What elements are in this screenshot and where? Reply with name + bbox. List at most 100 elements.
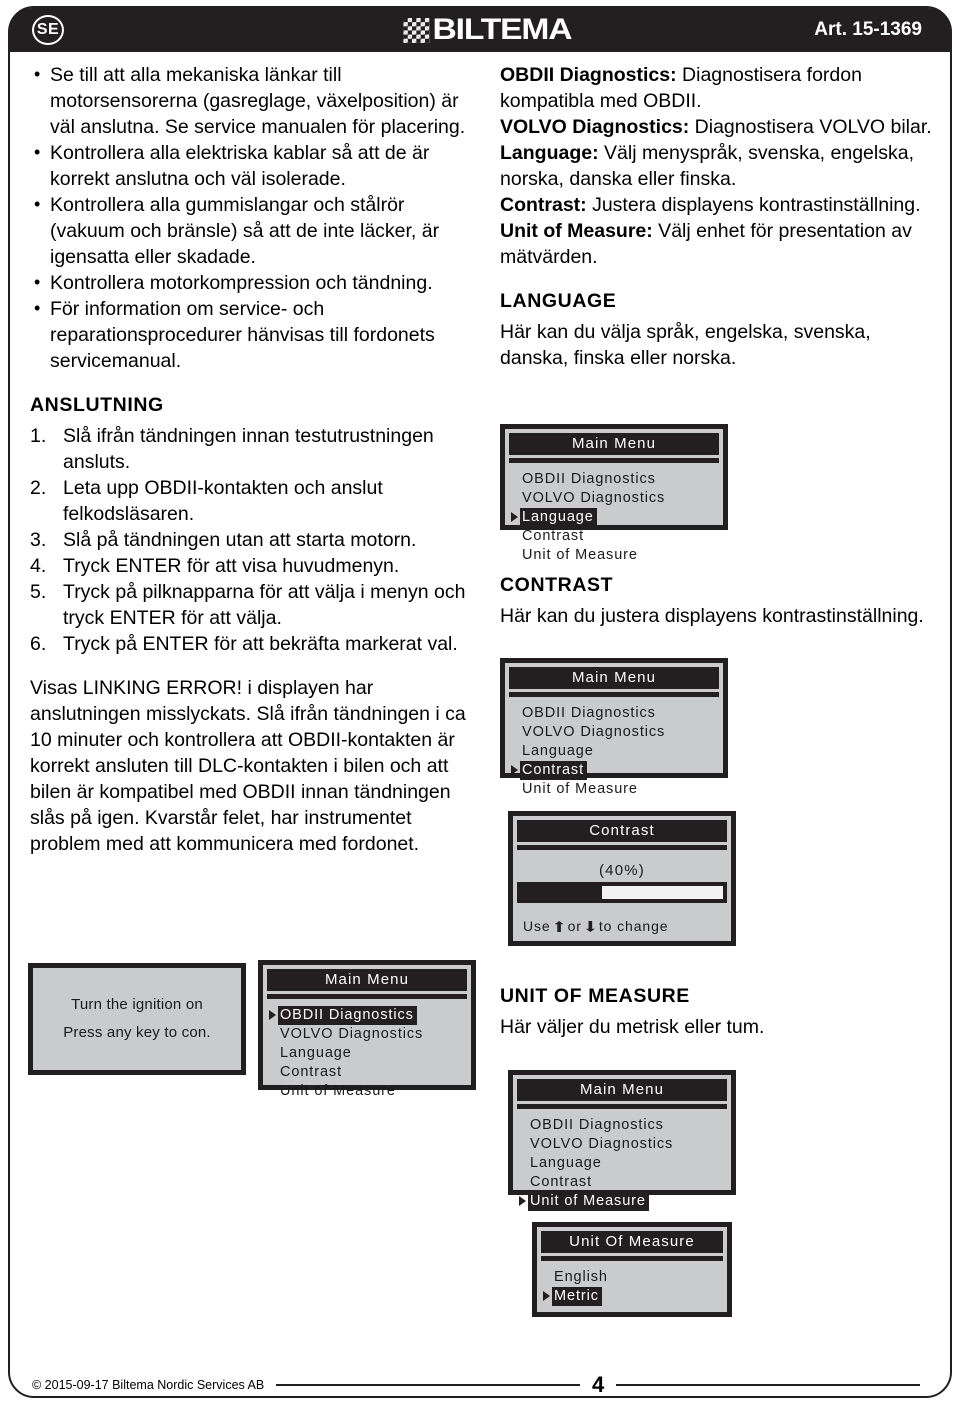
menu-definitions: OBDII Diagnostics: Diagnostisera fordon … xyxy=(500,62,940,270)
copyright-text: © 2015-09-17 Biltema Nordic Services AB xyxy=(32,1378,265,1392)
left-column: Se till att alla mekaniska länkar till m… xyxy=(30,61,470,857)
contrast-percent-label: (40%) xyxy=(598,862,645,879)
lcd-menu-list: OBDII Diagnostics VOLVO Diagnostics Lang… xyxy=(513,1116,731,1211)
footer-rule-left xyxy=(276,1384,580,1386)
arrow-up-icon xyxy=(554,921,564,932)
language-description: Här kan du välja språk, engelska, svensk… xyxy=(500,321,871,369)
hint-mid: or xyxy=(567,918,582,934)
lcd-divider xyxy=(517,845,727,850)
lcd-menu-list: OBDII Diagnostics VOLVO Diagnostics Lang… xyxy=(505,470,723,565)
check-bullet-list: Se till att alla mekaniska länkar till m… xyxy=(30,61,470,374)
lcd-menu-label: Contrast xyxy=(520,761,587,780)
lcd-menu-label: Contrast xyxy=(522,528,584,544)
lcd-title: Contrast xyxy=(517,820,727,842)
page-header: SE BILTEMA Art. 15-1369 xyxy=(10,8,950,52)
linking-error-paragraph: Visas LINKING ERROR! i displayen har ans… xyxy=(30,677,466,855)
lcd-menu-item-obdii[interactable]: OBDII Diagnostics xyxy=(517,1116,731,1135)
page-footer: © 2015-09-17 Biltema Nordic Services AB … xyxy=(32,1372,932,1398)
right-column: OBDII Diagnostics: Diagnostisera fordon … xyxy=(500,62,940,371)
lcd-menu-label: VOLVO Diagnostics xyxy=(522,724,666,740)
brand-name: BILTEMA xyxy=(432,13,572,46)
list-item: Kontrollera alla elektriska kablar så at… xyxy=(30,139,470,192)
lcd-menu-item-contrast[interactable]: Contrast xyxy=(509,761,723,780)
lcd-menu-item-language[interactable]: Language xyxy=(267,1044,471,1063)
list-item: Se till att alla mekaniska länkar till m… xyxy=(30,61,470,140)
lcd-menu-item-contrast[interactable]: Contrast xyxy=(517,1173,731,1192)
lcd-divider xyxy=(509,458,719,463)
contrast-slider[interactable] xyxy=(517,882,727,903)
contrast-slider-knob[interactable] xyxy=(601,885,724,900)
lcd-title: Main Menu xyxy=(509,667,719,689)
list-item: För information om service- och reparati… xyxy=(30,295,470,374)
hint-prefix: Use xyxy=(523,918,551,934)
article-number: Art. 15-1369 xyxy=(814,19,922,40)
lcd-title: Main Menu xyxy=(509,433,719,455)
lcd-menu-item-volvo[interactable]: VOLVO Diagnostics xyxy=(517,1135,731,1154)
footer-rule-right xyxy=(616,1384,921,1386)
lcd-menu-label: Contrast xyxy=(530,1174,592,1190)
lcd-menu-item-volvo[interactable]: VOLVO Diagnostics xyxy=(267,1025,471,1044)
lcd-menu-item-volvo[interactable]: VOLVO Diagnostics xyxy=(509,489,723,508)
definition-term: Contrast: xyxy=(500,194,587,216)
lcd-menu-label: Unit of Measure xyxy=(280,1083,396,1099)
lcd-title: Unit Of Measure xyxy=(541,1231,723,1253)
lcd-menu-item-uom[interactable]: Unit of Measure xyxy=(517,1192,731,1211)
lcd-menu-item-language[interactable]: Language xyxy=(517,1154,731,1173)
list-item: Kontrollera motorkompression och tändnin… xyxy=(30,269,470,296)
lcd-menu-label: VOLVO Diagnostics xyxy=(522,490,666,506)
section-heading-anslutning: ANSLUTNING xyxy=(30,394,164,416)
contrast-text-block: CONTRAST Här kan du justera displayens k… xyxy=(500,574,940,629)
lcd-option-label: Metric xyxy=(552,1287,602,1306)
connection-steps-list: Slå ifrån tändningen innan testutrustnin… xyxy=(30,423,470,657)
lcd-menu-label: VOLVO Diagnostics xyxy=(530,1136,674,1152)
lcd-screen-contrast-adjust: Contrast (40%) Use or to change xyxy=(508,811,736,946)
lcd-menu-label: Contrast xyxy=(280,1064,342,1080)
lcd-menu-item-obdii[interactable]: OBDII Diagnostics xyxy=(267,1006,471,1025)
lcd-screen-main-menu-obdii: Main Menu OBDII Diagnostics VOLVO Diagno… xyxy=(258,960,476,1099)
uom-text-block: UNIT OF MEASURE Här väljer du metrisk el… xyxy=(500,985,940,1040)
contrast-description: Här kan du justera displayens kontrastin… xyxy=(500,605,924,627)
lcd-menu-label: OBDII Diagnostics xyxy=(278,1006,417,1025)
lcd-screen-main-menu-language: Main Menu OBDII Diagnostics VOLVO Diagno… xyxy=(500,424,728,563)
lcd-menu-item-contrast[interactable]: Contrast xyxy=(509,527,723,546)
lcd-option-metric[interactable]: Metric xyxy=(541,1287,727,1306)
lcd-screen-main-menu-uom: Main Menu OBDII Diagnostics VOLVO Diagno… xyxy=(508,1070,736,1211)
lcd-menu-list: OBDII Diagnostics VOLVO Diagnostics Lang… xyxy=(263,1006,471,1101)
list-item: Tryck på ENTER för att bekräfta markerat… xyxy=(30,631,458,657)
lcd-menu-label: OBDII Diagnostics xyxy=(522,705,656,721)
list-item: Kontrollera alla gummislangar och stålrö… xyxy=(30,191,470,270)
lcd-title: Main Menu xyxy=(267,969,467,991)
ignition-line-2: Press any key to con. xyxy=(63,1024,211,1041)
contrast-hint: Use or to change xyxy=(523,918,668,934)
lcd-menu-label: Unit of Measure xyxy=(522,547,638,563)
definition-term: Language: xyxy=(500,142,599,164)
lcd-menu-item-uom[interactable]: Unit of Measure xyxy=(267,1082,471,1101)
lcd-menu-item-uom[interactable]: Unit of Measure xyxy=(509,546,723,565)
list-item: Leta upp OBDII-kontakten och anslut felk… xyxy=(30,475,383,525)
lcd-menu-item-obdii[interactable]: OBDII Diagnostics xyxy=(509,704,723,723)
arrow-down-icon xyxy=(585,921,595,932)
ignition-message: Turn the ignition on Press any key to co… xyxy=(33,968,241,1070)
hint-suffix: to change xyxy=(598,918,669,934)
list-item: Tryck på pilknapparna för att välja i me… xyxy=(30,579,466,629)
lcd-menu-item-contrast[interactable]: Contrast xyxy=(267,1063,471,1082)
lcd-menu-item-uom[interactable]: Unit of Measure xyxy=(509,780,723,799)
lcd-menu-label: Language xyxy=(530,1155,602,1171)
section-heading-language: LANGUAGE xyxy=(500,290,617,312)
lcd-menu-item-language[interactable]: Language xyxy=(509,508,723,527)
lcd-option-english[interactable]: English xyxy=(541,1268,727,1287)
lcd-menu-item-volvo[interactable]: VOLVO Diagnostics xyxy=(509,723,723,742)
lcd-menu-item-language[interactable]: Language xyxy=(509,742,723,761)
lcd-menu-label: Language xyxy=(520,508,597,527)
definition-term: Unit of Measure: xyxy=(500,220,653,242)
lcd-menu-label: Language xyxy=(280,1045,352,1061)
lcd-title: Main Menu xyxy=(517,1079,727,1101)
lcd-menu-label: OBDII Diagnostics xyxy=(530,1117,664,1133)
list-item: Tryck ENTER för att visa huvudmenyn. xyxy=(30,553,400,579)
lcd-menu-label: Language xyxy=(522,743,594,759)
lcd-menu-item-obdii[interactable]: OBDII Diagnostics xyxy=(509,470,723,489)
lcd-divider xyxy=(267,994,467,999)
lcd-divider xyxy=(509,692,719,697)
checker-pattern-icon xyxy=(403,17,430,43)
definition-desc: Justera displayens kontrastinställning. xyxy=(586,194,921,216)
